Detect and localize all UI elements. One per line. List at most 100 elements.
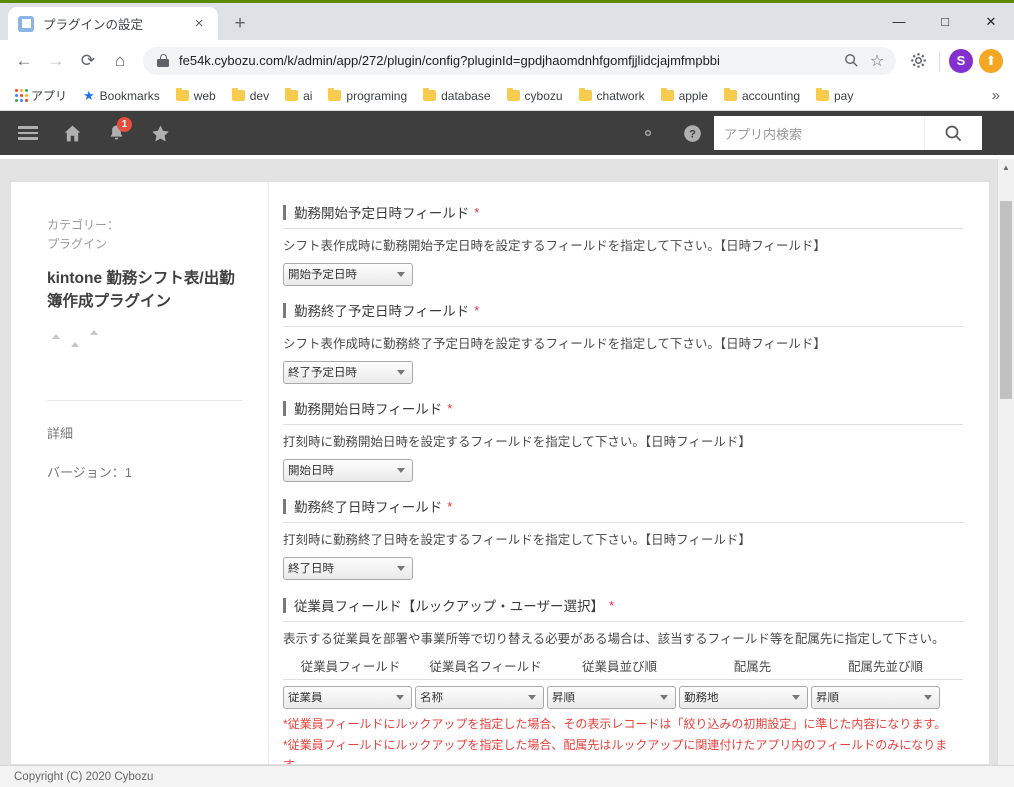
bookmarks-overflow-button[interactable]: » [992,87,1006,104]
tab-close-icon[interactable]: × [190,15,208,33]
section-description: 打刻時に勤務開始日時を設定するフィールドを指定して下さい。【日時フィールド】 [283,435,751,449]
update-button[interactable]: ⬆ [977,47,1005,75]
section-description: 表示する従業員を部署や事業所等で切り替える必要がある場合は、該当するフィールド等… [283,632,945,646]
employee-table-value-row: 従業員 名称 昇順 勤務地 昇順 [283,680,963,709]
bookmark-label: pay [834,88,854,103]
bookmark-label: apple [678,88,708,103]
bookmark-folder-database[interactable]: database [416,86,497,106]
section-header: 勤務開始日時フィールド * [283,394,963,425]
sidebar-version: バージョン：1 [47,464,132,480]
bookmark-folder-ai[interactable]: ai [278,86,319,106]
bookmark-folder-dev[interactable]: dev [225,86,276,106]
svg-text:?: ? [689,128,696,140]
section-accent-bar [283,597,286,613]
column-header-employee-name-field: 従業員名フィールド [429,660,542,674]
bookmark-label: ai [303,88,313,103]
bookmark-bookmarks[interactable]: ★ Bookmarks [76,85,167,107]
assignment-select[interactable]: 勤務地 [679,686,808,709]
bookmark-label: web [193,88,216,103]
section-header: 勤務終了予定日時フィールド * [283,296,963,327]
employee-name-field-select[interactable]: 名称 [415,686,544,709]
avatar-initial: S [949,48,973,73]
bookmark-folder-cybozu[interactable]: cybozu [500,86,570,106]
section-accent-bar [283,204,286,220]
scheduled-end-select[interactable]: 終了予定日時 [283,361,413,384]
scheduled-end-select-wrap: 終了予定日時 [283,361,413,384]
page-scrollbar[interactable]: ▲ ▼ [997,159,1014,787]
section-title: 勤務開始予定日時フィールド [294,206,470,221]
section-accent-bar [283,302,286,318]
copyright-text: Copyright (C) 2020 Cybozu [14,770,154,783]
employee-order-select[interactable]: 昇順 [547,686,676,709]
forward-button[interactable]: → [41,46,71,76]
section-scheduled-start: 勤務開始予定日時フィールド * シフト表作成時に勤務開始予定日時を設定するフィー… [283,198,963,286]
column-header-employee-order: 従業員並び順 [581,660,657,674]
search-input[interactable]: アプリ内検索 [714,116,924,150]
toolbar-divider [939,50,940,71]
actual-start-select[interactable]: 開始日時 [283,459,413,482]
sidebar-detail-link[interactable]: 詳細 [47,423,242,442]
window-maximize-button[interactable]: □ [922,3,968,40]
scheduled-start-select-wrap: 開始予定日時 [283,263,413,286]
bookmark-folder-accounting[interactable]: accounting [717,86,807,106]
folder-icon [231,87,245,101]
window-close-button[interactable]: ✕ [968,3,1014,40]
gear-icon[interactable] [626,111,670,155]
bookmark-folder-programing[interactable]: programing [321,86,414,106]
category-label: カテゴリー： [47,218,120,232]
section-description: 打刻時に勤務終了日時を設定するフィールドを指定して下さい。【日時フィールド】 [283,533,751,547]
scheduled-start-select[interactable]: 開始予定日時 [283,263,413,286]
folder-icon [723,87,737,101]
new-tab-button[interactable]: + [226,9,254,37]
bookmark-folder-pay[interactable]: pay [809,86,860,106]
search-icon[interactable] [838,48,864,74]
employee-warning-1: *従業員フィールドにルックアップを指定した場合、その表示レコードは「絞り込みの初… [283,717,947,731]
hamburger-icon[interactable] [6,111,50,155]
back-button[interactable]: ← [9,46,39,76]
bookmark-folder-web[interactable]: web [169,86,223,106]
folder-icon [328,87,342,101]
browser-tab[interactable]: プラグインの設定 × [8,7,218,40]
bookmark-apps[interactable]: アプリ [8,84,74,107]
search-button[interactable] [924,116,982,150]
star-icon[interactable] [138,111,182,155]
window-minimize-button[interactable]: — [876,3,922,40]
apps-grid-icon [15,89,28,102]
kintone-header: 1 ? アプリ内検索 [0,111,1014,155]
home-icon[interactable] [50,111,94,155]
required-marker: * [474,302,480,318]
employee-field-select-wrap: 従業員 [283,686,412,709]
bookmark-label: database [441,88,491,103]
bookmark-label: cybozu [524,88,563,103]
plugin-config-card: カテゴリー： プラグイン kintone 勤務シフト表/出勤簿作成プラグイン 詳… [10,181,990,765]
gear-icon[interactable] [904,47,932,75]
profile-avatar[interactable]: S [947,47,975,75]
required-marker: * [608,597,615,613]
bookmark-folder-apple[interactable]: apple [654,86,715,106]
section-description: シフト表作成時に勤務終了予定日時を設定するフィールドを指定して下さい。【日時フィ… [283,337,826,351]
column-header-assignment-order: 配属先並び順 [847,660,923,674]
actual-end-select[interactable]: 終了日時 [283,557,413,580]
employee-field-select[interactable]: 従業員 [283,686,412,709]
scroll-up-arrow[interactable]: ▲ [998,159,1014,176]
category-value: プラグイン [47,236,108,251]
bookmark-star-icon[interactable]: ☆ [864,48,890,74]
tab-strip: プラグインの設定 × + — □ ✕ [0,3,1014,40]
url-text: fe54k.cybozu.com/k/admin/app/272/plugin/… [179,53,720,68]
plugin-title: kintone 勤務シフト表/出勤簿作成プラグイン [47,270,235,311]
section-header: 勤務開始予定日時フィールド * [283,198,963,229]
help-icon[interactable]: ? [670,111,714,155]
section-scheduled-end: 勤務終了予定日時フィールド * シフト表作成時に勤務終了予定日時を設定するフィー… [283,296,963,384]
section-accent-bar [283,400,286,416]
reload-button[interactable]: ⟳ [73,46,103,76]
page-footer: Copyright (C) 2020 Cybozu [0,765,1014,787]
home-button[interactable]: ⌂ [105,46,135,76]
column-header-assignment: 配属先 [733,660,772,674]
bookmarks-bar: アプリ ★ Bookmarks web dev ai programing da… [0,81,1014,111]
bookmark-folder-chatwork[interactable]: chatwork [572,86,652,106]
address-bar[interactable]: fe54k.cybozu.com/k/admin/app/272/plugin/… [143,46,896,75]
assignment-order-select[interactable]: 昇順 [811,686,940,709]
required-marker: * [447,498,453,514]
scrollbar-thumb[interactable] [1000,201,1012,399]
bell-icon[interactable]: 1 [94,111,138,155]
